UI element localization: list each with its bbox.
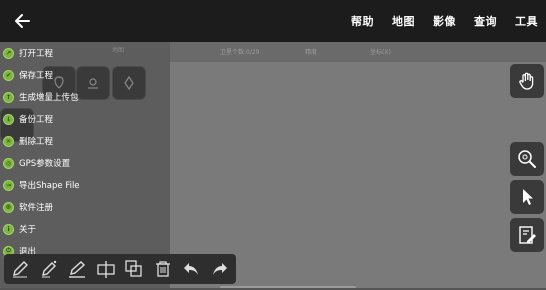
redo-icon[interactable] xyxy=(208,257,232,281)
menu-item-open-project[interactable]: ↗ 打开工程 xyxy=(0,42,170,64)
edit-toolbar xyxy=(4,254,236,284)
menu-item-save-project[interactable]: ✔ 保存工程 xyxy=(0,64,170,86)
edit-note-icon[interactable] xyxy=(510,218,544,252)
menu-imagery[interactable]: 影像 xyxy=(433,13,456,29)
menu-map[interactable]: 地图 xyxy=(392,13,415,29)
coordinate-label: 坐标(X) xyxy=(370,49,391,56)
delete-icon[interactable] xyxy=(151,257,175,281)
satellite-count: 卫星个数:0/29 xyxy=(220,49,260,56)
menu-item-gps-settings[interactable]: ◎ GPS参数设置 xyxy=(0,152,170,174)
top-menu: 帮助 地图 影像 查询 工具 xyxy=(333,0,538,42)
menu-dot-icon: → xyxy=(3,179,14,191)
menu-item-label: 关于 xyxy=(19,225,37,235)
menu-item-label: 保存工程 xyxy=(19,71,54,81)
project-menu: ↗ 打开工程 ✔ 保存工程 ↑ 生成增量上传包 ↓ 备份工程 ✕ 删除工程 ◎ … xyxy=(0,42,170,262)
menu-item-incremental-upload[interactable]: ↑ 生成增量上传包 xyxy=(0,86,170,108)
undo-icon[interactable] xyxy=(179,257,203,281)
edit-polygon-icon[interactable] xyxy=(65,257,89,281)
menu-dot-icon: ◎ xyxy=(3,157,14,169)
menu-item-label: GPS参数设置 xyxy=(19,159,71,169)
menu-item-delete-project[interactable]: ✕ 删除工程 xyxy=(0,130,170,152)
menu-dot-icon: ® xyxy=(3,201,14,213)
menu-query[interactable]: 查询 xyxy=(474,13,497,29)
menu-help[interactable]: 帮助 xyxy=(351,13,374,29)
menu-dot-icon: ✕ xyxy=(3,135,14,147)
menu-item-backup-project[interactable]: ↓ 备份工程 xyxy=(0,108,170,130)
menu-item-label: 打开工程 xyxy=(19,49,54,59)
menu-item-label: 软件注册 xyxy=(19,203,54,213)
hand-pan-icon[interactable] xyxy=(510,64,544,98)
menu-item-label: 备份工程 xyxy=(19,115,54,125)
split-icon[interactable] xyxy=(94,257,118,281)
app-top-bar: 帮助 地图 影像 查询 工具 xyxy=(0,0,546,42)
gps-status-strip: 卫星个数:0/29 精度 坐标(X) xyxy=(170,42,546,62)
select-pointer-icon[interactable] xyxy=(510,180,544,214)
menu-dot-icon: ↑ xyxy=(3,91,14,103)
menu-dot-icon: ↗ xyxy=(3,47,14,59)
menu-item-label: 删除工程 xyxy=(19,137,54,147)
menu-dot-icon: ✔ xyxy=(3,69,14,81)
menu-dot-icon: i xyxy=(3,223,14,235)
menu-tools[interactable]: 工具 xyxy=(515,13,538,29)
menu-item-label: 导出Shape File xyxy=(19,181,80,191)
menu-dot-icon: ↓ xyxy=(3,113,14,125)
precision-label: 精度 xyxy=(305,49,318,56)
merge-icon[interactable] xyxy=(122,257,146,281)
zoom-icon[interactable] xyxy=(510,142,544,176)
pencil-icon[interactable] xyxy=(8,257,32,281)
menu-item-software-registration[interactable]: ® 软件注册 xyxy=(0,196,170,218)
back-arrow-icon[interactable] xyxy=(12,10,34,32)
edit-line-icon[interactable] xyxy=(37,257,61,281)
menu-item-label: 生成增量上传包 xyxy=(19,93,79,103)
menu-item-about[interactable]: i 关于 xyxy=(0,218,170,240)
menu-item-export-shapefile[interactable]: → 导出Shape File xyxy=(0,174,170,196)
